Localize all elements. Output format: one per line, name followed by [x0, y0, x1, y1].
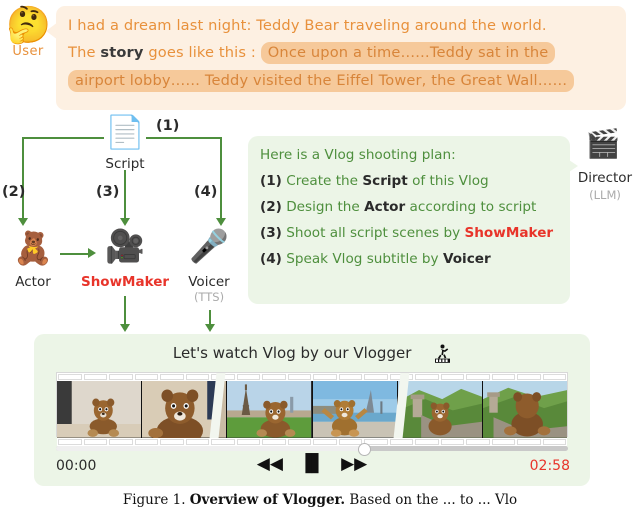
- frame-greatwall-teddy-2[interactable]: [482, 381, 568, 438]
- caption-rest: Based on the ... to ... Vlo: [345, 492, 518, 508]
- arrowhead-voicer-to-player: [205, 324, 215, 332]
- player-title: Let's watch Vlog by our Vlogger: [34, 342, 590, 368]
- arrowhead-to-showmaker: [120, 218, 130, 226]
- plan-item-4-number: (4): [260, 251, 282, 267]
- plan-item-2-pre: Design the: [286, 199, 365, 215]
- time-total: 02:58: [529, 458, 570, 474]
- connector-script-to-showmaker-v: [124, 170, 126, 220]
- filmstrip-perforations-top: [57, 373, 567, 381]
- node-label-script: Script: [105, 156, 145, 172]
- plan-item-2-post: according to script: [405, 199, 537, 215]
- document-page-icon[interactable]: 📄: [96, 116, 154, 148]
- plan-item-3-keyword: ShowMaker: [464, 225, 554, 241]
- video-player: Let's watch Vlog by our Vlogger 00:00 ◀◀…: [34, 334, 590, 486]
- thinking-face-emoji-icon: 🤔: [6, 5, 51, 46]
- prompt-highlight-2: airport lobby…… Teddy visited the Eiffel…: [68, 70, 575, 92]
- plan-item-4-pre: Speak Vlog subtitle by: [286, 251, 443, 267]
- plan-box: Here is a Vlog shooting plan: (1) Create…: [248, 136, 570, 304]
- plan-item-1-post: of this Vlog: [407, 173, 489, 189]
- filmstrip-perforations-bottom: [57, 437, 567, 446]
- pause-button[interactable]: ▐▌: [299, 456, 325, 473]
- step-number-3: (3): [96, 184, 120, 200]
- filmstrip[interactable]: [56, 372, 568, 446]
- connector-script-to-voicer-h: [146, 137, 222, 139]
- plan-item-1-keyword: Script: [362, 173, 408, 189]
- step-number-4: (4): [194, 184, 218, 200]
- progress-bar-fill: [56, 446, 364, 451]
- plan-item-2-number: (2): [260, 199, 282, 215]
- connector-script-to-actor-h: [22, 137, 104, 139]
- caption-bold: Overview of Vlogger.: [189, 492, 346, 508]
- player-controls: ◀◀ ▐▌ ▶▶: [34, 456, 590, 473]
- step-number-1: (1): [156, 118, 180, 134]
- video-camera-icon[interactable]: 🎥: [93, 230, 157, 262]
- progress-bar[interactable]: [56, 443, 568, 456]
- frame-indoor-teddy-1[interactable]: [57, 381, 142, 438]
- plan-item-3-number: (3): [260, 225, 282, 241]
- fast-forward-button[interactable]: ▶▶: [341, 456, 367, 473]
- connector-script-to-voicer-v: [220, 137, 222, 220]
- node-sublabel-voicer-tts: (TTS): [193, 290, 225, 304]
- plan-item-4: (4) Speak Vlog subtitle by Voicer: [260, 251, 491, 267]
- frame-harbor-teddy[interactable]: [312, 381, 397, 438]
- arrowhead-to-actor: [18, 218, 28, 226]
- arrowhead-to-voicer: [216, 218, 226, 226]
- user-prompt-block: I had a dream last night: Teddy Bear tra…: [0, 2, 640, 114]
- frame-greatwall-teddy-1[interactable]: [397, 381, 482, 438]
- step-number-2: (2): [2, 184, 26, 200]
- prompt-text-the: The: [68, 44, 101, 61]
- prompt-line-1: I had a dream last night: Teddy Bear tra…: [68, 17, 547, 34]
- connector-actor-to-showmaker: [60, 253, 90, 255]
- prompt-line-2: The story goes like this : Once upon a t…: [68, 42, 556, 64]
- prompt-highlight-1: Once upon a time……Teddy sat in the: [260, 42, 556, 64]
- plan-item-2: (2) Design the Actor according to script: [260, 199, 536, 215]
- microphone-icon[interactable]: 🎤: [180, 230, 238, 262]
- node-label-voicer: Voicer: [188, 274, 230, 290]
- plan-item-3-pre: Shoot all script scenes by: [286, 225, 465, 241]
- crescent-moon-runner-icon: [421, 342, 451, 368]
- plan-item-2-keyword: Actor: [364, 199, 406, 215]
- arrowhead-showmaker-to-player: [120, 324, 130, 332]
- rewind-button[interactable]: ◀◀: [257, 456, 283, 473]
- plan-item-1-number: (1): [260, 173, 282, 189]
- prompt-text-goes: goes like this :: [143, 44, 261, 61]
- node-label-director: Director: [577, 170, 633, 186]
- prompt-keyword-story: story: [100, 44, 144, 61]
- node-label-showmaker: ShowMaker: [80, 274, 170, 290]
- node-sublabel-director-llm: (LLM): [589, 188, 621, 202]
- user-label: User: [12, 44, 44, 59]
- plan-item-1-pre: Create the: [286, 173, 363, 189]
- player-title-text: Let's watch Vlog by our Vlogger: [172, 344, 412, 362]
- plan-item-4-keyword: Voicer: [442, 251, 491, 267]
- prompt-bubble: I had a dream last night: Teddy Bear tra…: [56, 6, 626, 110]
- caption-prefix: Figure 1.: [122, 492, 190, 508]
- plan-heading: Here is a Vlog shooting plan:: [260, 147, 456, 163]
- clapper-board-icon[interactable]: 🎬: [578, 130, 628, 158]
- connector-showmaker-to-player: [124, 296, 126, 326]
- plan-item-3: (3) Shoot all script scenes by ShowMaker: [260, 225, 553, 241]
- frame-eiffel-teddy[interactable]: [227, 381, 312, 438]
- connector-script-to-actor-v: [22, 137, 24, 220]
- filmstrip-frames: [57, 373, 568, 438]
- node-label-actor: Actor: [15, 274, 51, 290]
- plan-item-1: (1) Create the Script of this Vlog: [260, 173, 489, 189]
- figure-caption: Figure 1. Overview of Vlogger. Based on …: [0, 492, 640, 508]
- teddy-bear-icon[interactable]: 🧸: [4, 232, 62, 264]
- prompt-line-3: airport lobby…… Teddy visited the Eiffel…: [68, 70, 575, 92]
